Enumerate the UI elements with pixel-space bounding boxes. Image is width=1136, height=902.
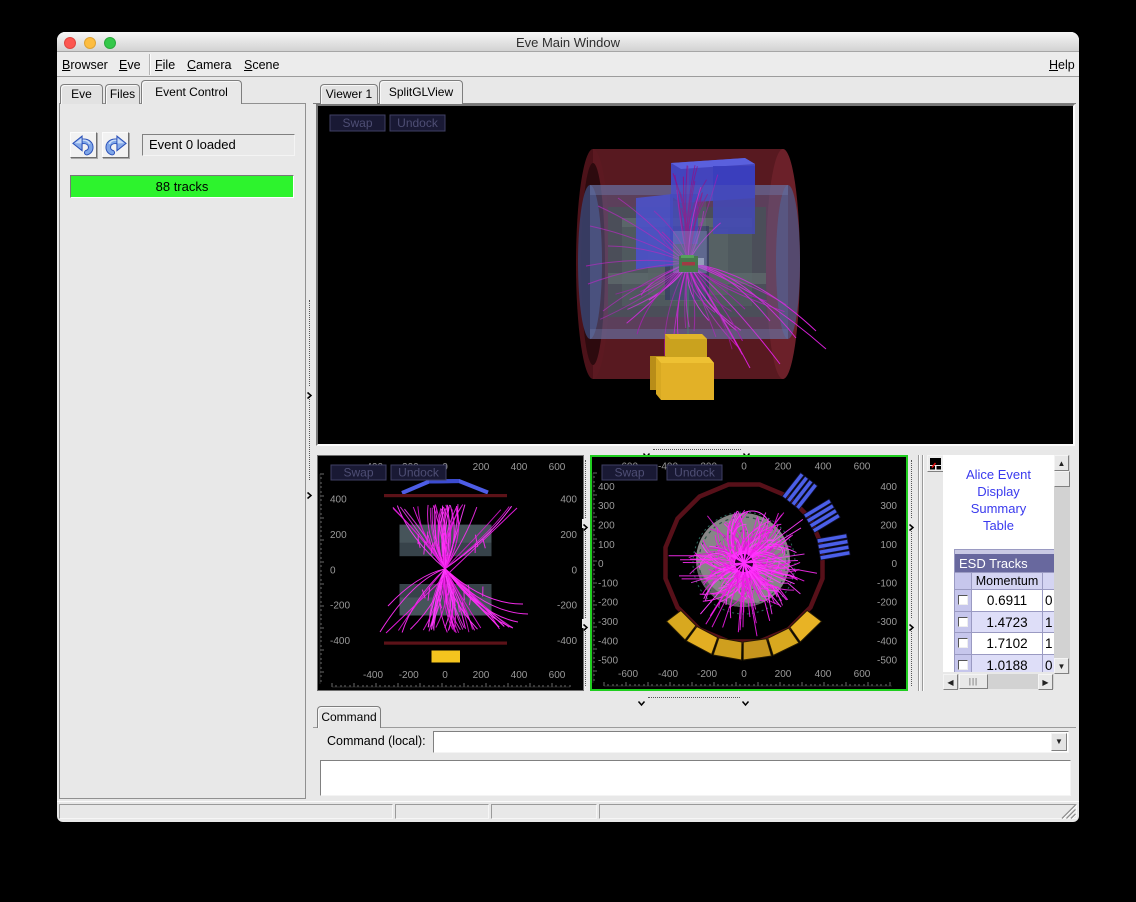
svg-text:-100: -100 (877, 578, 897, 589)
svg-text:-200: -200 (598, 598, 618, 609)
svg-text:-200: -200 (399, 670, 419, 681)
svg-text:400: 400 (815, 669, 832, 680)
svg-text:400: 400 (511, 462, 528, 473)
svg-text:0: 0 (442, 670, 448, 681)
svg-text:200: 200 (330, 530, 347, 541)
svg-text:100: 100 (880, 540, 897, 551)
svg-text:100: 100 (598, 540, 615, 551)
svg-text:-300: -300 (877, 617, 897, 628)
svg-text:200: 200 (560, 530, 577, 541)
svg-text:-200: -200 (330, 601, 350, 612)
svg-text:600: 600 (549, 462, 566, 473)
svg-text:Swap: Swap (614, 466, 644, 480)
svg-text:-400: -400 (330, 636, 350, 647)
svg-text:-500: -500 (877, 656, 897, 667)
svg-text:200: 200 (775, 669, 792, 680)
svg-text:Swap: Swap (342, 116, 372, 130)
svg-text:-200: -200 (877, 598, 897, 609)
svg-text:0: 0 (330, 565, 336, 576)
svg-text:600: 600 (549, 670, 566, 681)
svg-text:300: 300 (880, 501, 897, 512)
svg-text:Undock: Undock (674, 466, 716, 480)
svg-text:-200: -200 (697, 669, 717, 680)
svg-text:200: 200 (473, 670, 490, 681)
svg-text:-500: -500 (598, 656, 618, 667)
svg-text:-600: -600 (618, 669, 638, 680)
svg-text:200: 200 (598, 521, 615, 532)
svg-text:400: 400 (511, 670, 528, 681)
svg-text:0: 0 (741, 669, 747, 680)
svg-text:300: 300 (598, 501, 615, 512)
svg-text:0: 0 (891, 559, 897, 570)
svg-text:-400: -400 (658, 669, 678, 680)
svg-text:-400: -400 (363, 670, 383, 681)
svg-text:400: 400 (330, 495, 347, 506)
svg-text:0: 0 (571, 565, 577, 576)
svg-text:200: 200 (775, 462, 792, 473)
svg-text:-400: -400 (598, 636, 618, 647)
svg-text:Undock: Undock (398, 466, 440, 480)
svg-text:200: 200 (473, 462, 490, 473)
svg-text:200: 200 (880, 521, 897, 532)
svg-text:400: 400 (815, 462, 832, 473)
svg-text:-300: -300 (598, 617, 618, 628)
svg-text:-400: -400 (877, 636, 897, 647)
svg-text:0: 0 (598, 559, 604, 570)
svg-text:400: 400 (598, 482, 615, 493)
svg-text:-100: -100 (598, 578, 618, 589)
svg-text:600: 600 (854, 669, 871, 680)
svg-text:Swap: Swap (343, 466, 373, 480)
svg-text:0: 0 (741, 462, 747, 473)
svg-text:-400: -400 (557, 636, 577, 647)
svg-text:400: 400 (560, 495, 577, 506)
svg-text:400: 400 (880, 482, 897, 493)
svg-text:Undock: Undock (397, 116, 439, 130)
svg-text:600: 600 (854, 462, 871, 473)
svg-text:-200: -200 (557, 601, 577, 612)
